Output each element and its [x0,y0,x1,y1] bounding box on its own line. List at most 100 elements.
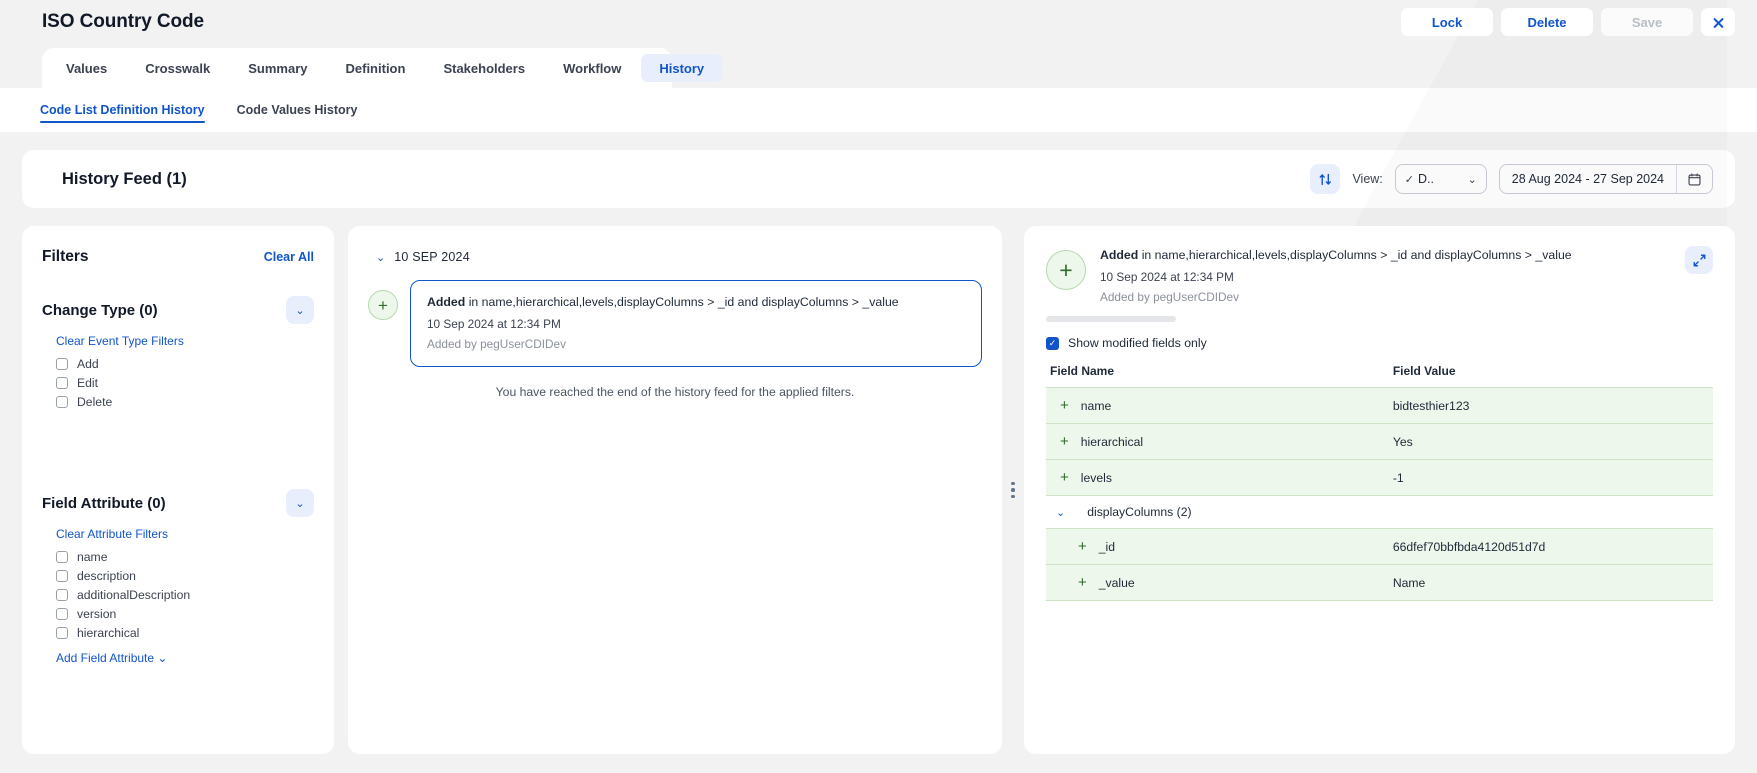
show-modified-fields-label: Show modified fields only [1068,336,1207,350]
panel-resize-handle[interactable] [1002,226,1024,754]
filter-group-change-type-options: Clear Event Type Filters Add Edit Delete [56,334,314,411]
sort-button[interactable] [1310,164,1341,194]
clear-all-link[interactable]: Clear All [264,250,314,264]
view-select-value: D.. [1418,172,1434,186]
checkbox-add[interactable] [56,357,68,370]
tab-stakeholders[interactable]: Stakeholders [425,54,543,82]
clear-attribute-filters-link[interactable]: Clear Attribute Filters [56,527,314,541]
page-title: ISO Country Code [42,11,205,32]
filter-group-change-type-toggle[interactable]: ⌄ [286,296,314,324]
plus-icon: + [1046,250,1086,290]
tab-definition[interactable]: Definition [328,54,424,82]
main-tabs: Values Crosswalk Summary Definition Stak… [42,48,723,88]
filter-group-field-attribute: Field Attribute (0) ⌄ Clear Attribute Fi… [42,489,314,667]
close-button[interactable] [1701,8,1735,36]
tab-workflow[interactable]: Workflow [545,54,639,82]
filter-option-edit-label: Edit [77,375,99,390]
date-range-picker[interactable]: 28 Aug 2024 - 27 Sep 2024 [1498,164,1713,194]
feed-event-title: Added in name,hierarchical,levels,displa… [427,295,965,309]
tab-crosswalk[interactable]: Crosswalk [127,54,228,82]
filter-option-hierarchical[interactable]: hierarchical [56,623,314,642]
filter-group-change-type: Change Type (0) ⌄ Clear Event Type Filte… [42,296,314,411]
filter-group-field-attribute-title: Field Attribute (0) [42,494,166,512]
date-range-value: 28 Aug 2024 - 27 Sep 2024 [1511,172,1664,186]
checkbox-hierarchical[interactable] [56,626,68,639]
filter-option-edit[interactable]: Edit [56,373,314,392]
feed-event-timestamp: 10 Sep 2024 at 12:34 PM [427,317,561,331]
filter-option-description[interactable]: description [56,566,314,585]
field-name-cell: + levels [1046,470,1393,485]
history-feed-panel: ⌄ 10 SEP 2024 + Added in name,hierarchic… [348,226,1002,754]
plus-icon: + [1060,469,1069,486]
filters-header: Filters Clear All [42,248,314,266]
feed-event-card[interactable]: Added in name,hierarchical,levels,displa… [410,280,982,367]
table-group-row[interactable]: ⌄ displayColumns (2) [1046,495,1713,529]
filter-group-field-attribute-toggle[interactable]: ⌄ [286,489,314,517]
save-button[interactable]: Save [1601,8,1693,36]
filters-title: Filters [42,248,89,265]
checkbox-name[interactable] [56,550,68,563]
detail-horizontal-scrollbar[interactable] [1046,316,1176,322]
view-select[interactable]: ✓ D.. ⌄ [1394,164,1487,194]
feed-event-author: Added by pegUserCDIDev [427,337,567,351]
table-row[interactable]: + levels -1 [1046,459,1713,496]
filter-option-name[interactable]: name [56,547,314,566]
lock-button[interactable]: Lock [1401,8,1493,36]
field-value-cell: Name [1392,564,1713,601]
event-detail-header: + Added in name,hierarchical,levels,disp… [1046,246,1713,304]
checkbox-additional-description[interactable] [56,588,68,601]
fields-table: Field Name Field Value + name bidtesthier… [1046,364,1713,601]
tab-values[interactable]: Values [48,54,125,82]
history-feed-header: History Feed (1) View: ✓ D.. ⌄ 28 Aug 20… [22,150,1735,208]
tab-summary[interactable]: Summary [230,54,325,82]
plus-icon: + [1078,574,1087,591]
table-row[interactable]: + _id 66dfef70bbfbda4120d51d7d [1046,528,1713,565]
field-name-cell: + _id [1046,539,1393,554]
subtab-code-list-definition-history[interactable]: Code List Definition History [26,95,219,125]
field-name-label: hierarchical [1080,434,1144,449]
event-detail-description: in name,hierarchical,levels,displayColum… [1141,248,1572,262]
delete-button[interactable]: Delete [1501,8,1593,36]
feed-date-group-label: 10 SEP 2024 [394,250,470,264]
top-bar: ISO Country Code Lock Delete Save [0,0,1757,44]
field-value-cell: Yes [1392,423,1713,460]
chevron-down-icon[interactable]: ⌄ [1056,506,1065,519]
field-name-cell: + name [1046,398,1393,413]
clear-event-type-filters-link[interactable]: Clear Event Type Filters [56,334,314,348]
filter-option-version-label: version [77,606,117,621]
history-feed-title: History Feed (1) [62,169,187,188]
checkbox-version[interactable] [56,607,68,620]
event-detail-author: Added by pegUserCDIDev [1100,290,1240,304]
filter-option-delete[interactable]: Delete [56,392,314,411]
checkbox-description[interactable] [56,569,68,582]
add-field-attribute-link[interactable]: Add Field Attribute ⌄ [56,651,167,665]
chevron-down-icon[interactable]: ⌄ [376,251,385,264]
table-row[interactable]: + name bidtesthier123 [1046,387,1713,424]
drag-handle-dots-icon[interactable] [1011,481,1015,499]
filter-option-additional-description[interactable]: additionalDescription [56,585,314,604]
event-detail-panel: + Added in name,hierarchical,levels,disp… [1024,226,1735,754]
filter-option-hierarchical-label: hierarchical [77,625,140,640]
event-detail-action: Added [1100,248,1139,262]
table-row[interactable]: + _value Name [1046,564,1713,601]
fields-table-header-row: Field Name Field Value [1046,364,1713,388]
filter-option-add[interactable]: Add [56,354,314,373]
tab-history[interactable]: History [641,54,723,82]
show-modified-fields-toggle[interactable]: ✓ Show modified fields only [1046,336,1713,350]
checkbox-edit[interactable] [56,376,68,389]
plus-icon: + [1078,538,1087,555]
feed-date-group[interactable]: ⌄ 10 SEP 2024 [376,250,982,264]
field-value-cell: 66dfef70bbfbda4120d51d7d [1392,528,1713,565]
plus-icon: + [1060,433,1069,450]
sort-arrows-icon [1319,173,1331,185]
checkbox-delete[interactable] [56,395,68,408]
expand-button[interactable] [1685,246,1713,274]
calendar-icon[interactable] [1676,165,1712,193]
checkbox-show-modified-fields[interactable]: ✓ [1046,336,1059,350]
subtab-code-values-history[interactable]: Code Values History [223,95,372,125]
table-row[interactable]: + hierarchical Yes [1046,423,1713,460]
field-name-label: _value [1098,575,1135,590]
event-detail-summary: Added in name,hierarchical,levels,displa… [1100,246,1671,304]
close-icon [1712,16,1725,29]
filter-option-version[interactable]: version [56,604,314,623]
